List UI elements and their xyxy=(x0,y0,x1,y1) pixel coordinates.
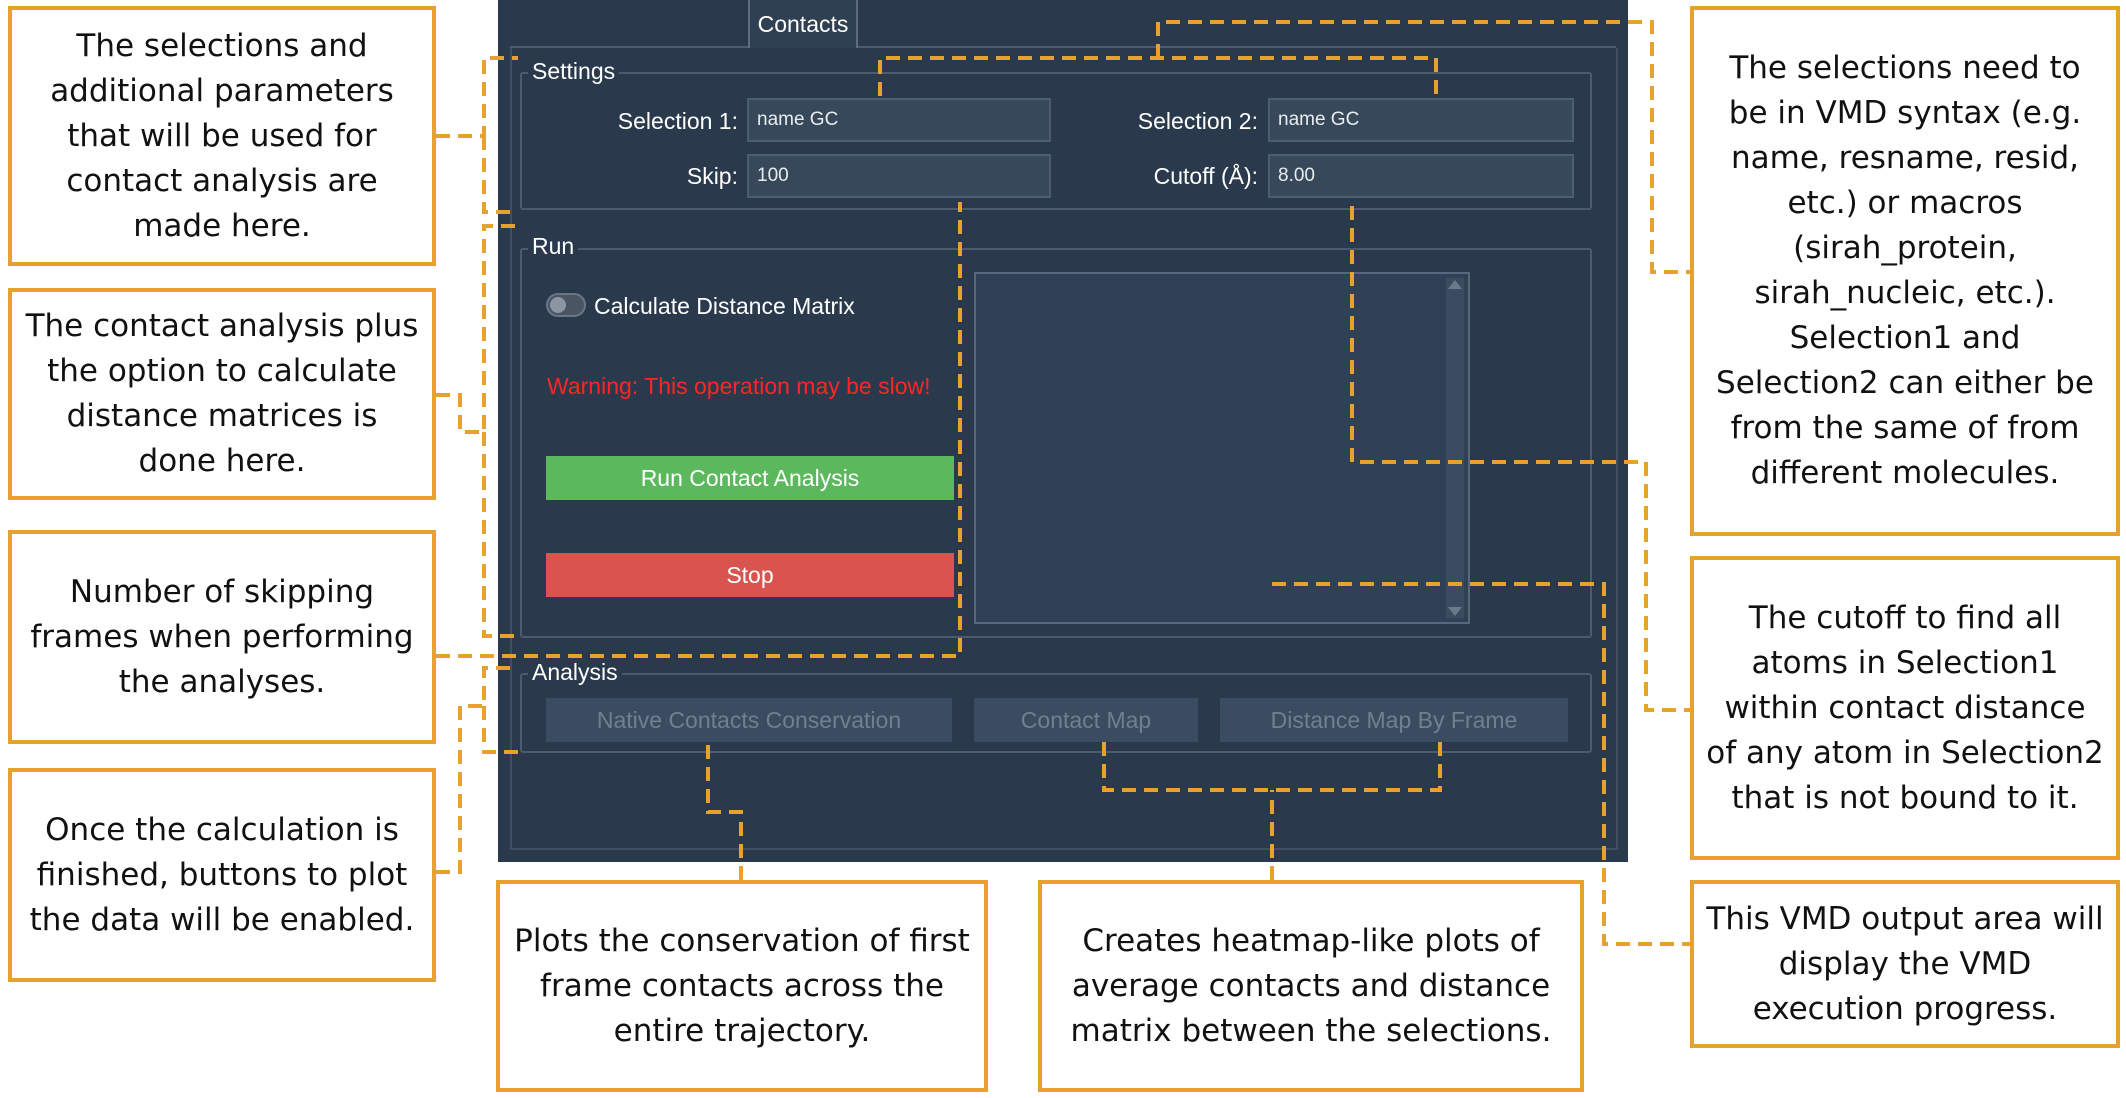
callout-run: The contact analysis plus the option to … xyxy=(8,288,436,500)
cutoff-label: Cutoff (Å): xyxy=(1153,163,1258,189)
skip-label: Skip: xyxy=(686,163,738,189)
contact-map-button[interactable]: Contact Map xyxy=(974,698,1198,742)
scroll-up-icon[interactable] xyxy=(1448,280,1462,289)
cutoff-input[interactable]: 8.00 xyxy=(1268,154,1574,198)
distance-matrix-label: Calculate Distance Matrix xyxy=(594,293,855,319)
run-contact-analysis-button[interactable]: Run Contact Analysis xyxy=(546,456,954,500)
analysis-title: Analysis xyxy=(528,659,622,686)
callout-cutoff: The cutoff to find all atoms in Selectio… xyxy=(1690,556,2120,860)
selection1-label: Selection 1: xyxy=(617,108,738,134)
distance-map-by-frame-button[interactable]: Distance Map By Frame xyxy=(1220,698,1568,742)
distance-matrix-toggle[interactable] xyxy=(546,293,586,317)
run-title: Run xyxy=(528,233,579,260)
callout-output-area: This VMD output area will display the VM… xyxy=(1690,880,2120,1048)
skip-input[interactable]: 100 xyxy=(747,154,1051,198)
selection1-input[interactable]: name GC xyxy=(747,98,1051,142)
native-contacts-button[interactable]: Native Contacts Conservation xyxy=(546,698,952,742)
scroll-down-icon[interactable] xyxy=(1448,607,1462,616)
stop-button[interactable]: Stop xyxy=(546,553,954,597)
contacts-panel: Contacts Settings Selection 1: name GC S… xyxy=(498,0,1628,862)
selection2-input[interactable]: name GC xyxy=(1268,98,1574,142)
output-scrollbar[interactable] xyxy=(1446,278,1464,618)
selection2-label: Selection 2: xyxy=(1137,108,1258,134)
callout-heatmap: Creates heatmap-like plots of average co… xyxy=(1038,880,1584,1092)
settings-title: Settings xyxy=(528,58,620,85)
callout-native-contacts: Plots the conservation of first frame co… xyxy=(496,880,988,1092)
callout-selection-syntax: The selections need to be in VMD syntax … xyxy=(1690,6,2120,536)
toggle-knob xyxy=(550,297,566,313)
warning-text: Warning: This operation may be slow! xyxy=(547,373,931,399)
vmd-output-area[interactable] xyxy=(974,272,1470,624)
callout-analysis: Once the calculation is finished, button… xyxy=(8,768,436,982)
tab-contacts[interactable]: Contacts xyxy=(748,0,858,48)
callout-settings: The selections and additional parameters… xyxy=(8,6,436,266)
callout-skip: Number of skipping frames when performin… xyxy=(8,530,436,744)
